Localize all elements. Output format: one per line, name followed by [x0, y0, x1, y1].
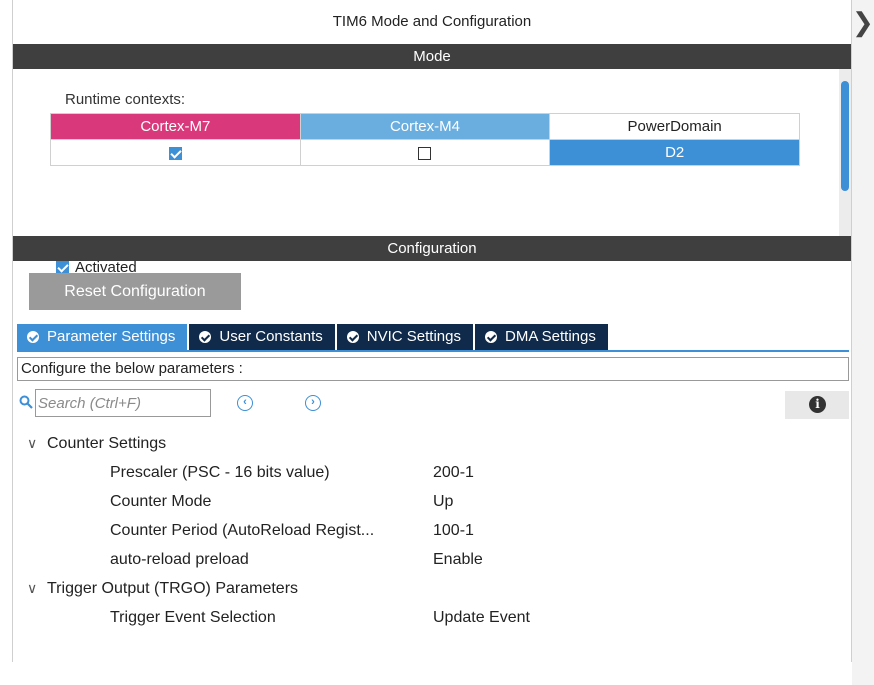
param-row-trigger-event-selection[interactable]: Trigger Event Selection Update Event	[13, 603, 851, 632]
param-value[interactable]: Update Event	[433, 603, 530, 632]
context-cortex-m4-header: Cortex-M4	[299, 113, 551, 140]
mode-header: Mode	[13, 44, 851, 69]
check-circle-icon	[485, 331, 497, 343]
param-name: Prescaler (PSC - 16 bits value)	[110, 464, 330, 481]
group-counter-settings[interactable]: ∨ Counter Settings	[13, 429, 851, 458]
configuration-area: Reset Configuration Parameter Settings U…	[13, 261, 851, 662]
tab-parameter-settings[interactable]: Parameter Settings	[17, 324, 190, 350]
search-row: ‹ › i	[19, 389, 849, 419]
search-previous-button[interactable]: ‹	[237, 395, 253, 411]
power-domain-header: PowerDomain	[549, 113, 800, 140]
configuration-header: Configuration	[13, 236, 851, 261]
tab-dma-settings[interactable]: DMA Settings	[475, 324, 610, 350]
tab-label: DMA Settings	[505, 328, 596, 345]
collapse-arrow-icon[interactable]: ❯	[852, 9, 874, 52]
param-row-counter-mode[interactable]: Counter Mode Up	[13, 487, 851, 516]
param-row-prescaler[interactable]: Prescaler (PSC - 16 bits value) 200-1	[13, 458, 851, 487]
check-circle-icon	[27, 331, 39, 343]
group-label: Counter Settings	[47, 435, 167, 452]
info-icon: i	[809, 396, 826, 413]
tim6-config-panel: TIM6 Mode and Configuration Mode Runtime…	[12, 0, 852, 662]
tab-underline	[17, 350, 849, 352]
chevron-down-icon: ∨	[27, 435, 38, 451]
power-domain-select[interactable]: D2	[549, 139, 800, 166]
panel-title: TIM6 Mode and Configuration	[332, 13, 532, 30]
mode-scrollbar-thumb[interactable]	[841, 81, 849, 191]
reset-configuration-button[interactable]: Reset Configuration	[29, 273, 241, 310]
right-gutter	[852, 0, 874, 685]
chevron-down-icon: ∨	[27, 580, 38, 596]
runtime-contexts-table: Cortex-M7 Cortex-M4 PowerDomain D2	[50, 113, 800, 166]
cortex-m4-checkbox[interactable]	[418, 146, 432, 160]
config-tabs: Parameter Settings User Constants NVIC S…	[17, 324, 610, 350]
param-row-counter-period[interactable]: Counter Period (AutoReload Regist... 100…	[13, 516, 851, 545]
mode-scrollbar[interactable]	[839, 69, 851, 236]
param-name: Counter Mode	[110, 493, 212, 510]
group-label: Trigger Output (TRGO) Parameters	[47, 580, 299, 597]
parameters-description: Configure the below parameters :	[17, 357, 849, 381]
tab-label: NVIC Settings	[366, 328, 461, 345]
check-circle-icon	[346, 331, 359, 343]
param-value[interactable]: Up	[433, 487, 453, 516]
group-trigger-output[interactable]: ∨ Trigger Output (TRGO) Parameters	[13, 574, 851, 603]
tab-nvic-settings[interactable]: NVIC Settings	[336, 324, 475, 350]
search-icon	[19, 395, 33, 409]
search-next-button[interactable]: ›	[305, 395, 321, 411]
runtime-contexts-label: Runtime contexts:	[65, 91, 186, 108]
tab-user-constants[interactable]: User Constants	[189, 324, 337, 350]
tab-label: User Constants	[219, 328, 323, 345]
param-value[interactable]: 200-1	[433, 458, 474, 487]
param-name: Trigger Event Selection	[110, 609, 276, 626]
context-cortex-m7-cell	[50, 139, 301, 166]
search-input[interactable]	[35, 389, 211, 417]
cortex-m7-checkbox[interactable]	[168, 146, 182, 160]
param-value[interactable]: Enable	[433, 545, 483, 574]
check-circle-icon	[199, 331, 212, 343]
param-row-auto-reload-preload[interactable]: auto-reload preload Enable	[13, 545, 851, 574]
param-value[interactable]: 100-1	[433, 516, 474, 545]
context-cortex-m4-cell	[299, 139, 551, 166]
param-name: Counter Period (AutoReload Regist...	[110, 522, 375, 539]
context-cortex-m7-header: Cortex-M7	[50, 113, 301, 140]
param-name: auto-reload preload	[110, 551, 249, 568]
tab-label: Parameter Settings	[47, 328, 176, 345]
parameter-tree: ∨ Counter Settings Prescaler (PSC - 16 b…	[13, 429, 851, 632]
info-button[interactable]: i	[785, 391, 849, 419]
mode-area: Runtime contexts: Cortex-M7 Cortex-M4 Po…	[13, 69, 851, 276]
